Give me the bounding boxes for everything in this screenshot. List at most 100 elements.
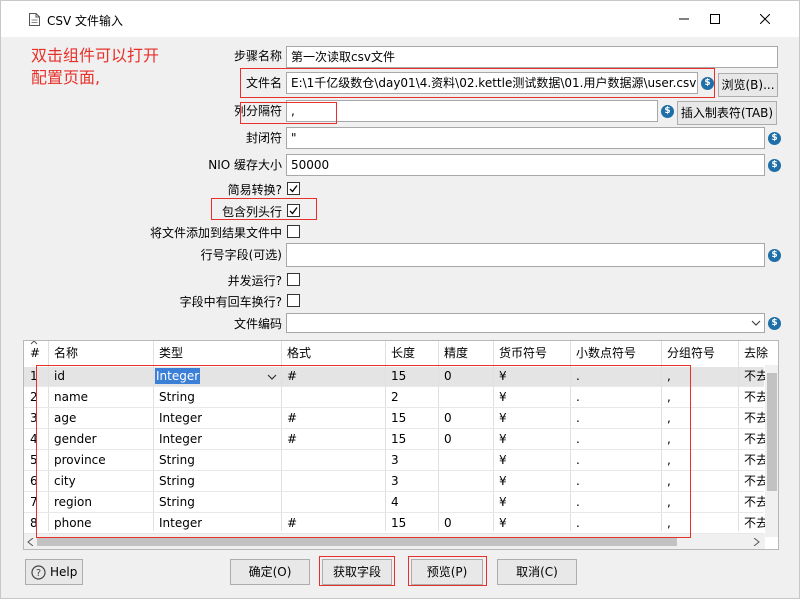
- table-cell[interactable]: Integer: [155, 408, 202, 429]
- table-cell[interactable]: .: [572, 513, 580, 534]
- table-cell[interactable]: 3: [387, 450, 399, 471]
- column-header[interactable]: 长度: [387, 343, 415, 364]
- parallel-checkbox[interactable]: [287, 273, 300, 286]
- delimiter-input[interactable]: ,: [286, 100, 658, 122]
- column-header[interactable]: 分组符号: [663, 343, 715, 364]
- browse-button[interactable]: 浏览(B)...: [718, 73, 778, 97]
- table-cell[interactable]: #: [283, 366, 297, 387]
- header-row-checkbox[interactable]: [287, 204, 300, 217]
- encoding-select[interactable]: [286, 313, 765, 333]
- row-number-input[interactable]: [286, 243, 765, 267]
- table-cell[interactable]: 0: [440, 429, 452, 450]
- table-cell[interactable]: ,: [663, 450, 671, 471]
- table-cell[interactable]: String: [155, 492, 195, 513]
- table-cell[interactable]: 不去: [740, 471, 768, 492]
- table-cell[interactable]: ¥: [495, 429, 507, 450]
- table-cell[interactable]: [440, 492, 444, 513]
- cancel-button[interactable]: 取消(C): [497, 559, 577, 585]
- variable-icon[interactable]: $: [701, 77, 714, 90]
- table-cell[interactable]: 2: [387, 387, 399, 408]
- table-cell[interactable]: #: [283, 513, 297, 534]
- table-cell[interactable]: .: [572, 471, 580, 492]
- variable-icon[interactable]: $: [661, 105, 674, 118]
- table-cell[interactable]: ,: [663, 387, 671, 408]
- table-cell[interactable]: 0: [440, 366, 452, 387]
- table-cell[interactable]: 不去: [740, 366, 768, 387]
- filename-input[interactable]: E:\1千亿级数仓\day01\4.资料\02.kettle测试数据\01.用户…: [286, 72, 698, 94]
- ok-button[interactable]: 确定(O): [230, 559, 310, 585]
- table-cell[interactable]: ,: [663, 513, 671, 534]
- column-header[interactable]: 类型: [155, 343, 183, 364]
- table-cell[interactable]: ¥: [495, 492, 507, 513]
- table-cell[interactable]: region: [50, 492, 92, 513]
- table-cell[interactable]: #: [283, 429, 297, 450]
- help-button[interactable]: ? Help: [25, 559, 83, 585]
- table-cell[interactable]: .: [572, 366, 580, 387]
- table-cell[interactable]: ¥: [495, 471, 507, 492]
- table-cell[interactable]: 15: [387, 366, 406, 387]
- table-cell[interactable]: 不去: [740, 408, 768, 429]
- close-button[interactable]: [742, 1, 788, 37]
- table-cell[interactable]: 15: [387, 513, 406, 534]
- table-cell[interactable]: ,: [663, 408, 671, 429]
- lazy-conversion-checkbox[interactable]: [287, 182, 300, 195]
- table-cell[interactable]: 不去: [740, 387, 768, 408]
- maximize-button[interactable]: [692, 1, 738, 37]
- table-cell[interactable]: [440, 471, 444, 492]
- table-cell[interactable]: ,: [663, 492, 671, 513]
- get-fields-button[interactable]: 获取字段: [322, 559, 392, 585]
- table-cell[interactable]: [283, 492, 287, 513]
- table-cell[interactable]: Integer: [155, 368, 201, 384]
- table-cell[interactable]: 不去: [740, 429, 768, 450]
- scroll-thumb[interactable]: [37, 537, 677, 546]
- scroll-thumb[interactable]: [767, 373, 777, 491]
- table-cell[interactable]: [283, 450, 287, 471]
- enclosure-input[interactable]: ": [286, 127, 765, 149]
- table-cell[interactable]: 3: [387, 471, 399, 492]
- table-cell[interactable]: 15: [387, 429, 406, 450]
- column-header[interactable]: 名称: [50, 343, 78, 364]
- table-cell[interactable]: String: [155, 387, 195, 408]
- table-cell[interactable]: .: [572, 450, 580, 471]
- table-cell[interactable]: 0: [440, 408, 452, 429]
- column-header[interactable]: 小数点符号: [572, 343, 636, 364]
- table-cell[interactable]: #: [283, 408, 297, 429]
- table-cell[interactable]: [440, 387, 444, 408]
- horizontal-scrollbar[interactable]: [24, 534, 765, 549]
- table-cell[interactable]: String: [155, 471, 195, 492]
- table-cell[interactable]: city: [50, 471, 76, 492]
- vertical-scrollbar[interactable]: [765, 365, 778, 537]
- table-cell[interactable]: 不去: [740, 492, 768, 513]
- table-cell[interactable]: String: [155, 450, 195, 471]
- insert-tab-button[interactable]: 插入制表符(TAB): [677, 101, 777, 125]
- column-header[interactable]: 精度: [440, 343, 468, 364]
- add-to-result-checkbox[interactable]: [287, 225, 300, 238]
- variable-icon[interactable]: $: [768, 132, 781, 145]
- column-header[interactable]: #: [26, 343, 40, 364]
- table-cell[interactable]: Integer: [155, 429, 202, 450]
- table-cell[interactable]: 4: [387, 492, 399, 513]
- table-cell[interactable]: age: [50, 408, 76, 429]
- column-header[interactable]: 去除: [740, 343, 768, 364]
- table-cell[interactable]: ,: [663, 429, 671, 450]
- table-cell[interactable]: [440, 450, 444, 471]
- table-cell[interactable]: id: [50, 366, 65, 387]
- table-cell[interactable]: 0: [440, 513, 452, 534]
- chevron-down-icon[interactable]: [751, 319, 761, 327]
- variable-icon[interactable]: $: [768, 249, 781, 262]
- nio-buffer-input[interactable]: 50000: [286, 154, 765, 176]
- variable-icon[interactable]: $: [768, 159, 781, 172]
- table-cell[interactable]: 15: [387, 408, 406, 429]
- table-cell[interactable]: ,: [663, 471, 671, 492]
- table-cell[interactable]: [283, 471, 287, 492]
- table-cell[interactable]: ¥: [495, 408, 507, 429]
- scroll-left-icon[interactable]: [27, 538, 34, 546]
- table-cell[interactable]: .: [572, 387, 580, 408]
- newline-fields-checkbox[interactable]: [287, 294, 300, 307]
- table-cell[interactable]: ¥: [495, 387, 507, 408]
- table-cell[interactable]: 不去: [740, 513, 768, 534]
- column-header[interactable]: 格式: [283, 343, 311, 364]
- table-cell[interactable]: ¥: [495, 450, 507, 471]
- preview-button[interactable]: 预览(P): [411, 559, 483, 585]
- table-cell[interactable]: ¥: [495, 513, 507, 534]
